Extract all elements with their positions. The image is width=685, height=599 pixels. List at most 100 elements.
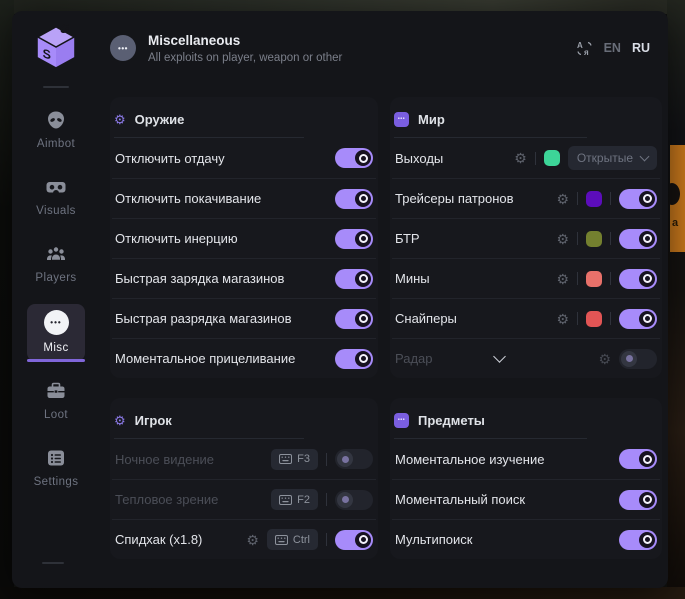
toggle-on[interactable] xyxy=(335,189,373,209)
language-switcher: A я EN RU xyxy=(576,40,650,57)
feature-label: Отключить отдачу xyxy=(115,151,225,166)
feature-label: Снайперы xyxy=(395,311,457,326)
briefcase-icon xyxy=(45,380,67,402)
toggle-knob xyxy=(639,271,655,287)
game-orange-banner: а xyxy=(670,145,685,252)
header-text: Miscellaneous All exploits on player, we… xyxy=(148,33,342,64)
exits-dropdown[interactable]: Открытые xyxy=(568,146,657,170)
toggle-on[interactable] xyxy=(619,309,657,329)
toggle-on[interactable] xyxy=(335,148,373,168)
toggle-off[interactable] xyxy=(335,490,373,510)
feature-row: Мультипоиск xyxy=(392,519,660,559)
feature-row: Моментальное изучение xyxy=(392,439,660,479)
feature-label: Мины xyxy=(395,271,430,286)
chat-dots-icon xyxy=(394,112,409,127)
feature-label: Спидхак (x1.8) xyxy=(115,532,202,547)
sidebar-bottom-divider xyxy=(42,562,64,564)
svg-text:S: S xyxy=(43,46,51,62)
banner-char: а xyxy=(672,217,678,229)
chevron-down-icon[interactable] xyxy=(493,350,506,363)
feature-label: Выходы xyxy=(395,151,443,166)
content: Оружие Отключить отдачу Отключить покачи… xyxy=(100,85,668,559)
section-world: Мир Выходы Открыт xyxy=(390,97,662,378)
feature-row: Отключить покачивание xyxy=(112,178,376,218)
gear-icon[interactable] xyxy=(556,232,569,246)
toggle-on[interactable] xyxy=(619,229,657,249)
section-items: Предметы Моментальное изучение Моменталь… xyxy=(390,398,662,559)
section-player: Игрок Ночное видение xyxy=(110,398,378,559)
gear-icon xyxy=(114,113,126,126)
hotkey-badge[interactable]: F3 xyxy=(271,449,318,470)
color-swatch[interactable] xyxy=(586,271,602,287)
feature-row: Отключить инерцию xyxy=(112,218,376,258)
sidebar-item-misc[interactable]: Misc xyxy=(27,304,85,361)
toggle-knob xyxy=(639,231,655,247)
sidebar-item-players[interactable]: Players xyxy=(27,237,85,291)
toggle-on[interactable] xyxy=(335,349,373,369)
feature-label: Тепловое зрение xyxy=(115,492,218,507)
sidebar-item-loot[interactable]: Loot xyxy=(27,374,85,428)
toggle-on[interactable] xyxy=(619,490,657,510)
toggle-on[interactable] xyxy=(619,449,657,469)
sidebar-item-label: Settings xyxy=(34,476,79,488)
feature-label: Мультипоиск xyxy=(395,532,472,547)
toggle-on[interactable] xyxy=(335,530,373,550)
section-header: Оружие xyxy=(112,97,376,137)
toggle-knob xyxy=(639,451,655,467)
toggle-on[interactable] xyxy=(619,530,657,550)
feature-row: Тепловое зрение F2 xyxy=(112,479,376,519)
sidebar-item-settings[interactable]: Settings xyxy=(27,441,85,495)
people-icon xyxy=(45,243,67,265)
hotkey-badge[interactable]: F2 xyxy=(271,489,318,510)
main-area: Miscellaneous All exploits on player, we… xyxy=(100,11,668,588)
toggle-knob xyxy=(355,231,371,247)
feature-row: Снайперы xyxy=(392,298,660,338)
gear-icon[interactable] xyxy=(598,352,611,366)
color-swatch[interactable] xyxy=(586,311,602,327)
app-logo-icon[interactable]: S G xyxy=(33,24,79,70)
sidebar-item-aimbot[interactable]: Aimbot xyxy=(27,103,85,157)
gear-icon[interactable] xyxy=(556,192,569,206)
feature-label: Радар xyxy=(395,351,433,366)
lang-ru-button[interactable]: RU xyxy=(632,41,650,55)
toggle-off[interactable] xyxy=(335,449,373,469)
feature-row: Моментальное прицеливание xyxy=(112,338,376,378)
control-divider xyxy=(610,232,611,245)
gear-icon[interactable] xyxy=(514,151,527,165)
svg-text:A: A xyxy=(577,41,583,50)
toggle-on[interactable] xyxy=(619,269,657,289)
feature-label: Отключить инерцию xyxy=(115,231,238,246)
chevron-down-icon xyxy=(640,152,650,162)
toggle-knob xyxy=(639,492,655,508)
vr-goggles-icon xyxy=(45,176,67,198)
feature-label: БТР xyxy=(395,231,420,246)
gear-icon[interactable] xyxy=(556,272,569,286)
page-subtitle: All exploits on player, weapon or other xyxy=(148,52,342,64)
toggle-on[interactable] xyxy=(619,189,657,209)
section-header: Игрок xyxy=(112,398,376,438)
sidebar-item-label: Players xyxy=(35,272,76,284)
page-header: Miscellaneous All exploits on player, we… xyxy=(100,11,668,85)
toggle-on[interactable] xyxy=(335,309,373,329)
color-swatch[interactable] xyxy=(586,191,602,207)
toggle-off[interactable] xyxy=(619,349,657,369)
hotkey-badge[interactable]: Ctrl xyxy=(267,529,318,550)
control-divider xyxy=(326,493,327,506)
toggle-on[interactable] xyxy=(335,229,373,249)
section-weapon: Оружие Отключить отдачу Отключить покачи… xyxy=(110,97,378,378)
section-title: Предметы xyxy=(418,413,485,428)
sidebar-item-visuals[interactable]: Visuals xyxy=(27,170,85,224)
control-divider xyxy=(610,312,611,325)
toggle-on[interactable] xyxy=(335,269,373,289)
gear-icon[interactable] xyxy=(556,312,569,326)
color-swatch[interactable] xyxy=(544,150,560,166)
feature-row: Быстрая зарядка магазинов xyxy=(112,258,376,298)
lang-en-button[interactable]: EN xyxy=(604,41,621,55)
sidebar-item-label: Aimbot xyxy=(37,138,75,150)
color-swatch[interactable] xyxy=(586,231,602,247)
list-icon xyxy=(45,447,67,469)
gear-icon[interactable] xyxy=(246,533,259,547)
chat-dots-icon xyxy=(394,413,409,428)
feature-row-radar: Радар xyxy=(392,338,660,378)
svg-text:я: я xyxy=(584,48,589,57)
